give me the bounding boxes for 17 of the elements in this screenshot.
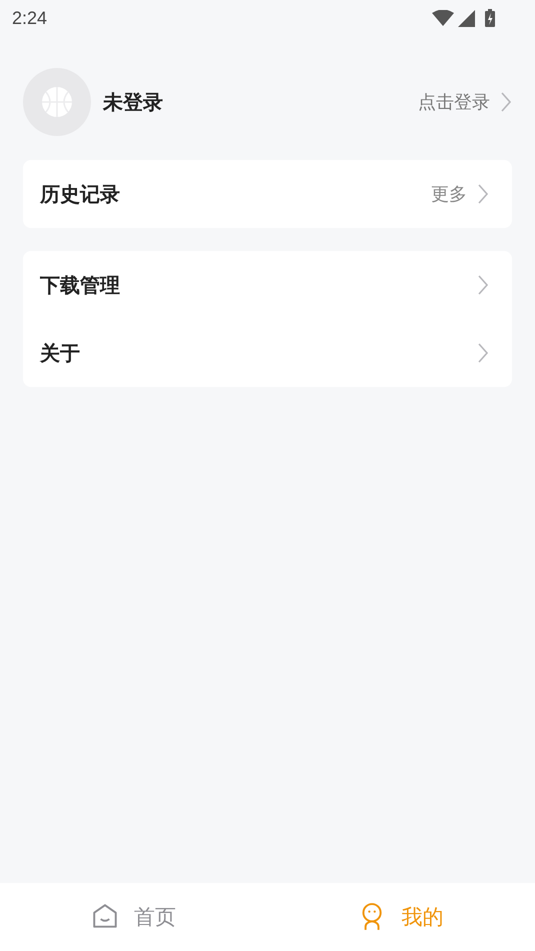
battery-icon (485, 9, 495, 27)
menu-item[interactable]: 关于 (23, 319, 512, 387)
login-link[interactable]: 点击登录 (418, 90, 512, 114)
signal-icon (458, 10, 475, 26)
menu-item[interactable]: 历史记录 更多 (23, 160, 512, 228)
more-label: 更多 (431, 183, 467, 206)
chevron-icon (500, 91, 512, 113)
item-label: 下载管理 (40, 272, 120, 298)
item-label: 关于 (40, 340, 80, 366)
status-time: 2:24 (12, 8, 48, 28)
menu-item[interactable]: 下载管理 (23, 251, 512, 319)
chevron-icon (477, 342, 489, 364)
wifi-icon (432, 10, 454, 26)
chevron-icon (477, 183, 489, 205)
user-name: 未登录 (103, 88, 164, 116)
item-label: 历史记录 (40, 180, 120, 208)
chevron-icon (477, 274, 489, 296)
